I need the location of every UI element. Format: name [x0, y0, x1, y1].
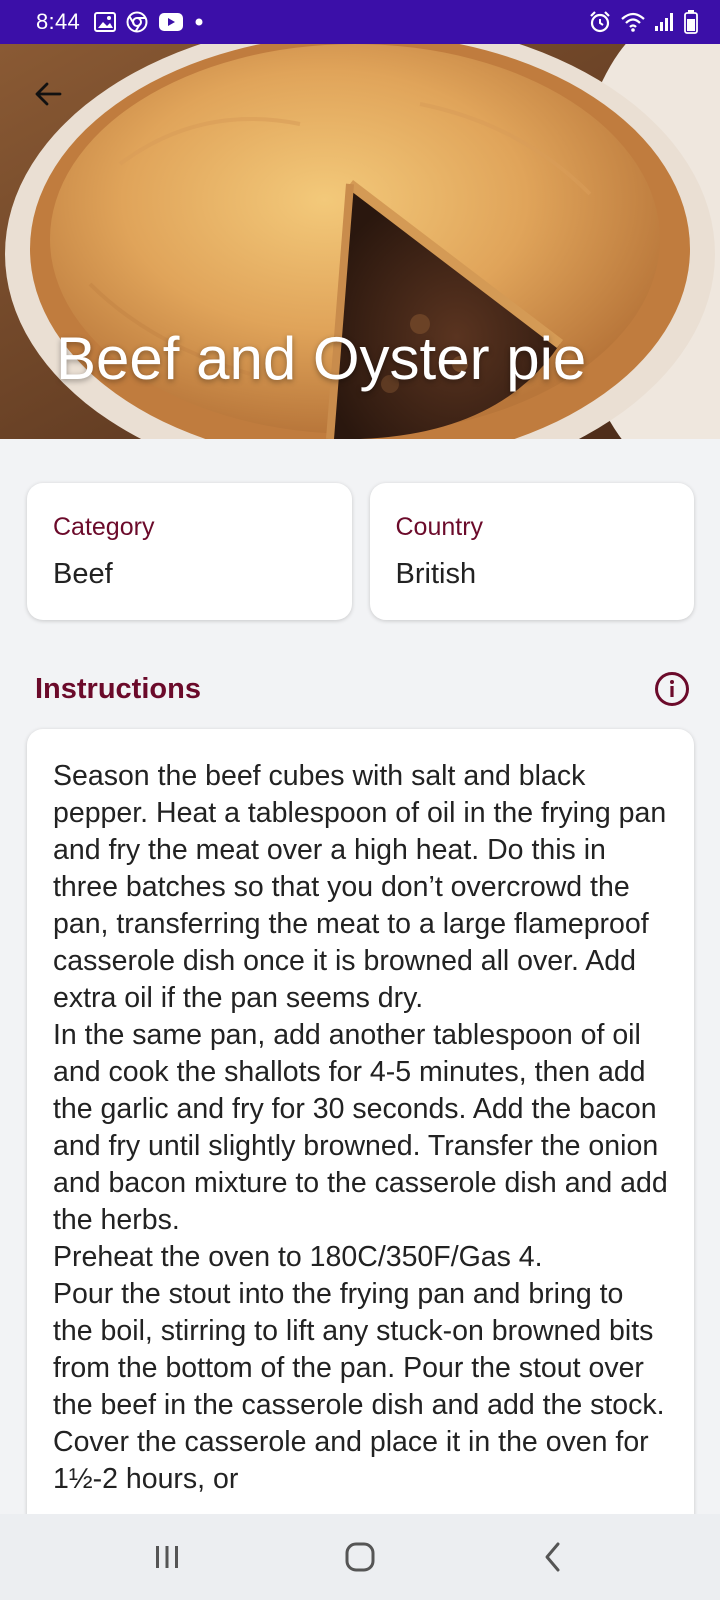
category-card: Category Beef [27, 483, 352, 620]
instructions-text: Season the beef cubes with salt and blac… [53, 760, 668, 1495]
notification-icons [94, 11, 204, 33]
navigation-bar [0, 1514, 720, 1600]
back-icon [545, 1542, 560, 1572]
alarm-icon [588, 10, 612, 34]
info-cards: Category Beef Country British [27, 483, 694, 620]
youtube-icon [158, 12, 184, 32]
chrome-icon [126, 11, 148, 33]
home-button[interactable] [320, 1527, 400, 1587]
battery-icon [684, 10, 698, 34]
hero-image: Beef and Oyster pie [0, 44, 720, 439]
instructions-header: Instructions [35, 668, 691, 710]
country-value: British [395, 558, 477, 590]
back-button[interactable] [26, 72, 70, 116]
instructions-card[interactable]: Season the beef cubes with salt and blac… [27, 729, 694, 1600]
recents-button[interactable] [127, 1527, 207, 1587]
recipe-title: Beef and Oyster pie [56, 325, 587, 392]
country-card: Country British [369, 483, 694, 620]
instructions-title: Instructions [35, 672, 201, 705]
wifi-icon [620, 11, 646, 33]
info-button[interactable] [653, 670, 691, 708]
status-time: 8:44 [36, 9, 81, 34]
system-icons [588, 10, 698, 34]
signal-icon [654, 12, 676, 32]
info-circle-icon [655, 672, 689, 706]
category-value: Beef [53, 558, 113, 590]
system-back-button[interactable] [513, 1527, 593, 1587]
category-label: Category [53, 513, 155, 541]
recents-icon [155, 1546, 178, 1568]
home-icon [345, 1542, 375, 1572]
arrow-left-icon [35, 82, 62, 106]
dot-icon [194, 17, 204, 27]
country-label: Country [395, 513, 484, 541]
status-bar: 8:44 [0, 0, 720, 44]
image-icon [94, 12, 117, 32]
